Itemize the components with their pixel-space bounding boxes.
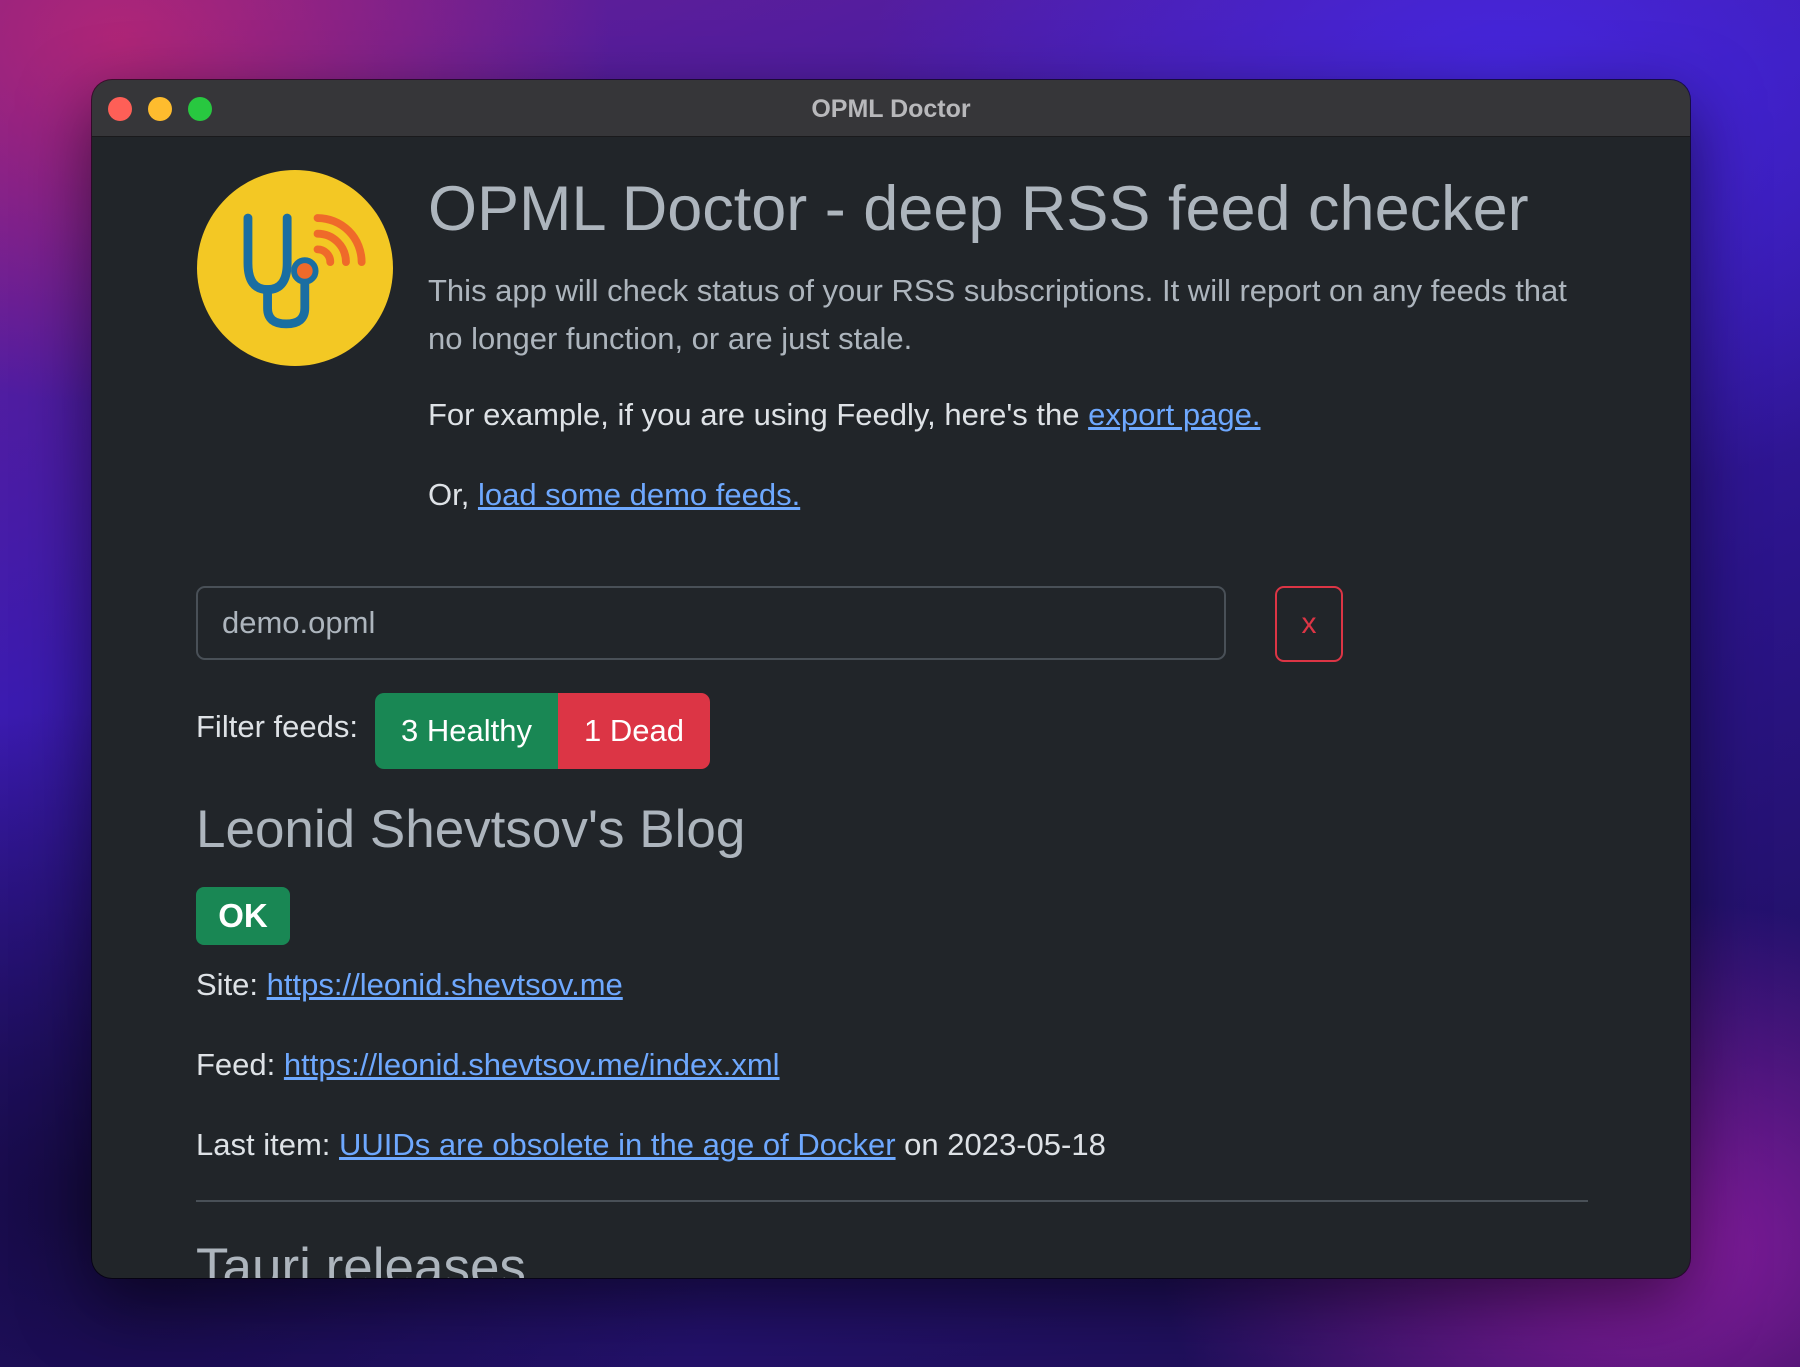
feed-title: Tauri releases xyxy=(196,1238,526,1278)
site-label: Site: xyxy=(196,967,267,1002)
filter-dead-button[interactable]: 1 Dead xyxy=(557,693,710,769)
example-prefix: For example, if you are using Feedly, he… xyxy=(428,397,1089,432)
last-item-link[interactable]: UUIDs are obsolete in the age of Docker xyxy=(339,1127,896,1162)
last-item-date: on 2023-05-18 xyxy=(895,1127,1106,1162)
clear-file-button[interactable]: x xyxy=(1275,586,1343,662)
status-badge: OK xyxy=(196,887,290,945)
app-window: OPML Doctor OPML Doctor - deep RSS feed … xyxy=(92,80,1690,1278)
export-page-link[interactable]: export page. xyxy=(1088,397,1260,432)
feed-divider xyxy=(196,1200,1588,1202)
demo-text: Or, load some demo feeds. xyxy=(428,471,800,519)
page-title: OPML Doctor - deep RSS feed checker xyxy=(428,174,1529,244)
opml-file-input[interactable] xyxy=(196,586,1226,660)
last-item-line: Last item: UUIDs are obsolete in the age… xyxy=(196,1121,1106,1169)
demo-prefix: Or, xyxy=(428,477,478,512)
title-bar[interactable]: OPML Doctor xyxy=(92,80,1690,137)
feed-site-line: Site: https://leonid.shevtsov.me xyxy=(196,961,623,1009)
feed-title: Leonid Shevtsov's Blog xyxy=(196,800,746,859)
feed-label: Feed: xyxy=(196,1047,284,1082)
stethoscope-rss-icon xyxy=(197,170,393,366)
filter-label: Filter feeds: xyxy=(196,709,358,744)
filter-button-group: 3 Healthy 1 Dead xyxy=(375,693,710,769)
feed-link[interactable]: https://leonid.shevtsov.me/index.xml xyxy=(284,1047,780,1082)
load-demo-feeds-link[interactable]: load some demo feeds. xyxy=(478,477,800,512)
feed-url-line: Feed: https://leonid.shevtsov.me/index.x… xyxy=(196,1041,780,1089)
filter-healthy-button[interactable]: 3 Healthy xyxy=(375,693,558,769)
main-content[interactable]: OPML Doctor - deep RSS feed checker This… xyxy=(92,137,1690,1278)
intro-text: This app will check status of your RSS s… xyxy=(428,273,1567,356)
site-link[interactable]: https://leonid.shevtsov.me xyxy=(267,967,623,1002)
example-text: For example, if you are using Feedly, he… xyxy=(428,391,1260,439)
window-title: OPML Doctor xyxy=(811,95,971,123)
last-item-label: Last item: xyxy=(196,1127,339,1162)
